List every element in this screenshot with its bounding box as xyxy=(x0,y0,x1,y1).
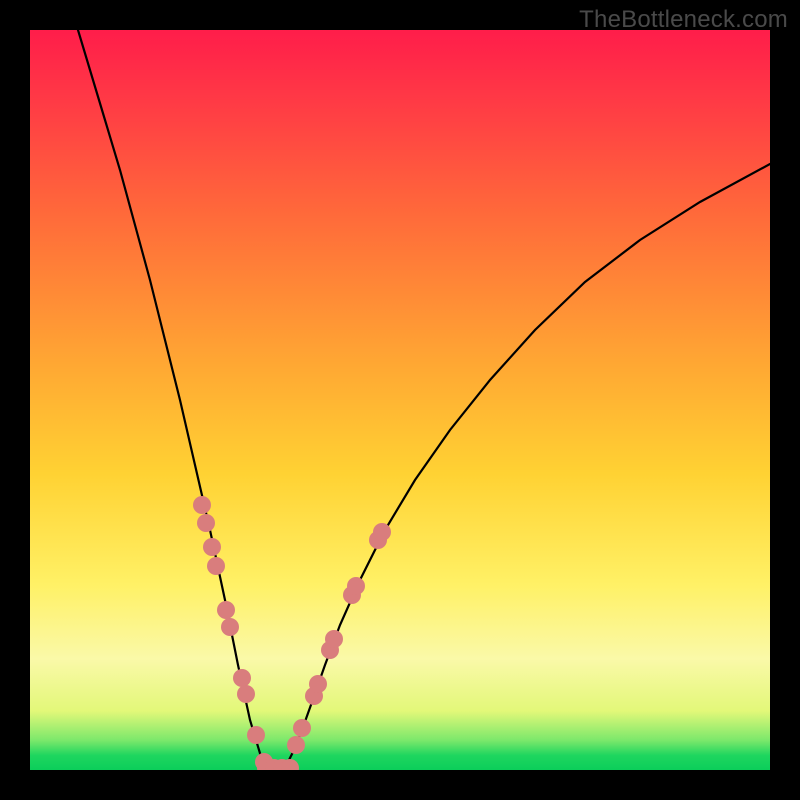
data-marker xyxy=(287,736,305,754)
curve-right xyxy=(285,164,770,768)
data-marker xyxy=(203,538,221,556)
curve-left xyxy=(78,30,270,768)
data-marker xyxy=(217,601,235,619)
watermark-text: TheBottleneck.com xyxy=(579,6,788,34)
data-marker xyxy=(347,577,365,595)
chart-frame: TheBottleneck.com xyxy=(0,0,800,800)
data-marker xyxy=(247,726,265,744)
data-marker xyxy=(237,685,255,703)
data-marker xyxy=(197,514,215,532)
data-marker xyxy=(233,669,251,687)
data-marker xyxy=(207,557,225,575)
data-marker xyxy=(373,523,391,541)
data-marker xyxy=(325,630,343,648)
data-marker xyxy=(309,675,327,693)
markers-group xyxy=(193,496,391,770)
plot-area xyxy=(30,30,770,770)
curve-layer xyxy=(30,30,770,770)
data-marker xyxy=(293,719,311,737)
data-marker xyxy=(221,618,239,636)
data-marker xyxy=(193,496,211,514)
